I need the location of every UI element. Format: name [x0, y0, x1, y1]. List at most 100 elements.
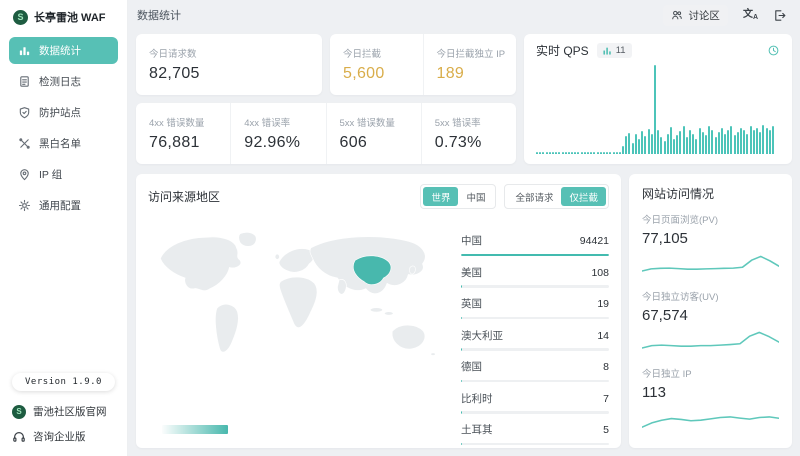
qps-bar — [628, 133, 630, 154]
qps-bar — [734, 135, 736, 154]
qps-bar — [673, 139, 675, 154]
qps-current-badge: 11 — [597, 43, 632, 58]
metric-value: 113 — [642, 384, 779, 401]
map-card: 访问来源地区 世界中国 全部请求仅拦截 — [136, 174, 621, 448]
country-row: 比利时7 — [461, 391, 609, 414]
log-icon — [18, 75, 31, 88]
sidebar-item-logs[interactable]: 检测日志 — [9, 68, 118, 95]
metric-label: 今日独立 IP — [642, 366, 779, 380]
discussion-label: 讨论区 — [688, 8, 720, 23]
qps-history-button[interactable] — [767, 44, 780, 57]
sidebar-item-label: 黑白名单 — [39, 136, 81, 151]
qps-bar — [746, 134, 748, 154]
logout-button[interactable] — [773, 9, 786, 22]
qps-bar — [593, 152, 595, 154]
metric-sparkline — [642, 250, 779, 277]
qps-bar — [750, 126, 752, 154]
country-line: 英国 19 — [461, 296, 609, 311]
qps-title: 实时 QPS — [536, 42, 589, 59]
stat-cards-row: 今日请求数 82,705 今日拦截 5,600 今日拦截独立 IP 189 — [136, 34, 516, 95]
qps-bar — [587, 152, 589, 154]
discussion-button[interactable]: 讨论区 — [663, 5, 728, 26]
qps-bar — [600, 152, 602, 154]
qps-header: 实时 QPS 11 — [536, 42, 780, 59]
region-toggle-option[interactable]: 世界 — [423, 187, 458, 206]
sidebar-item-settings[interactable]: 通用配置 — [9, 192, 118, 219]
headset-icon — [12, 430, 26, 444]
country-line: 澳大利亚14 — [461, 328, 609, 343]
sidebar-nav: 数据统计检测日志防护站点黑白名单 IP 组通用配置 — [0, 33, 127, 223]
block-ips-cell: 今日拦截独立 IP 189 — [423, 34, 517, 95]
error-stat-label: 5xx 错误数量 — [340, 115, 408, 129]
qps-bar — [667, 134, 669, 154]
mode-toggle-group: 全部请求仅拦截 — [504, 184, 609, 209]
qps-bar — [695, 139, 697, 154]
sidebar-item-label: 检测日志 — [39, 74, 81, 89]
sidebar: S 长亭雷池 WAF 数据统计检测日志防护站点黑白名单IP 组通用配置 Vers… — [0, 0, 128, 456]
country-value: 108 — [591, 267, 609, 279]
qps-bar — [581, 152, 583, 154]
sidebar-item-lists[interactable]: 黑白名单 — [9, 130, 118, 157]
gear-icon — [18, 199, 31, 212]
country-name: 英国 — [461, 296, 482, 311]
qps-bar — [571, 152, 573, 154]
qps-bar — [644, 136, 646, 154]
metric-label: 今日独立访客(UV) — [642, 289, 779, 303]
error-stat-cell: 5xx 错误率0.73% — [421, 103, 516, 164]
qps-bar — [555, 152, 557, 154]
sidebar-item-label: 数据统计 — [39, 43, 81, 58]
country-name: 德国 — [461, 359, 482, 374]
qps-bar — [708, 126, 710, 154]
mode-toggle-option[interactable]: 全部请求 — [507, 187, 561, 206]
qps-bar — [613, 152, 615, 154]
world-map[interactable] — [148, 221, 449, 400]
country-value: 14 — [597, 330, 609, 342]
qps-bar — [558, 152, 560, 154]
country-progress-fill — [461, 285, 462, 288]
qps-bar — [542, 152, 544, 154]
qps-bar — [769, 130, 771, 154]
country-value: 19 — [597, 298, 609, 310]
sidebar-item-ip-groups[interactable]: IP 组 — [9, 161, 118, 188]
country-value: 94421 — [580, 235, 609, 247]
country-line: 中国94421 — [461, 233, 609, 248]
requests-label: 今日请求数 — [149, 46, 309, 60]
top-row: 今日请求数 82,705 今日拦截 5,600 今日拦截独立 IP 189 — [136, 34, 792, 164]
qps-bar — [727, 130, 729, 154]
language-switch-button[interactable]: 文A — [743, 10, 758, 21]
qps-card: 实时 QPS 11 — [524, 34, 792, 164]
sidebar-item-label: 通用配置 — [39, 198, 81, 213]
footer-link-community-site[interactable]: S雷池社区版官网 — [12, 404, 115, 419]
sidebar-item-sites[interactable]: 防护站点 — [9, 99, 118, 126]
qps-bar — [568, 152, 570, 154]
qps-bar — [648, 129, 650, 154]
region-toggle-group: 世界中国 — [420, 184, 496, 209]
qps-bar — [705, 135, 707, 154]
qps-bar — [699, 128, 701, 154]
visit-metric-2: 今日独立 IP 113 — [642, 360, 779, 437]
footer-link-enterprise[interactable]: 咨询企业版 — [12, 429, 115, 444]
qps-bar — [686, 137, 688, 154]
country-row: 中国94421 — [461, 233, 609, 256]
error-stat-label: 4xx 错误数量 — [149, 115, 217, 129]
error-stat-value: 92.96% — [244, 134, 312, 152]
country-list: 中国94421美国108英国19澳大利亚14德国8比利时7土耳其5 — [461, 209, 609, 438]
qps-bar — [718, 132, 720, 154]
requests-value: 82,705 — [149, 65, 309, 83]
site-visits-title: 网站访问情况 — [642, 185, 779, 202]
mode-toggle-option[interactable]: 仅拦截 — [561, 187, 606, 206]
site-visits-card: 网站访问情况 今日页面浏览(PV)77,105今日独立访客(UV)67,574今… — [629, 174, 792, 448]
footer-link-label: 雷池社区版官网 — [33, 404, 107, 419]
country-value: 8 — [603, 361, 609, 373]
sidebar-item-stats[interactable]: 数据统计 — [9, 37, 118, 64]
blocks-cell: 今日拦截 5,600 — [330, 34, 423, 95]
map-north-america — [160, 237, 240, 291]
qps-bar — [679, 131, 681, 154]
country-row: 德国 8 — [461, 359, 609, 382]
requests-card: 今日请求数 82,705 — [136, 34, 322, 95]
map-japan — [410, 266, 416, 274]
region-toggle-option[interactable]: 中国 — [458, 187, 493, 206]
qps-bar — [574, 152, 576, 154]
country-progress-fill — [461, 254, 609, 257]
error-stat-value: 0.73% — [435, 134, 503, 152]
